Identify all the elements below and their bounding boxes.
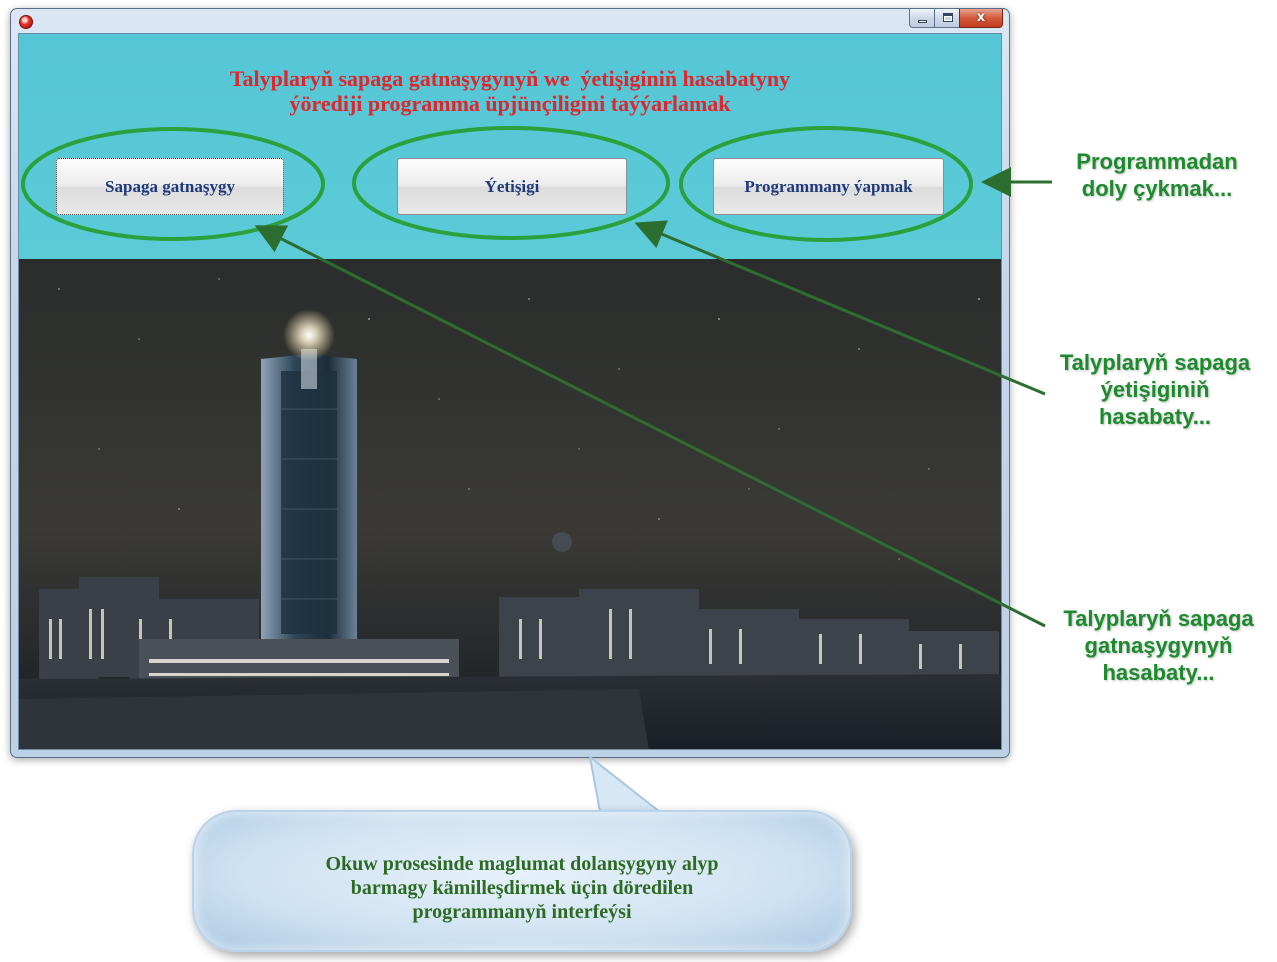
close-icon: x bbox=[976, 10, 986, 25]
minimize-button[interactable] bbox=[909, 9, 935, 28]
minimize-icon bbox=[918, 20, 927, 23]
app-icon bbox=[19, 15, 33, 29]
app-window: x Talyplaryň sapaga gatnaşygynyň we ýeti… bbox=[10, 8, 1010, 758]
city-skyline-image bbox=[19, 278, 1001, 749]
caption-callout: Okuw prosesinde maglumat dolanşygyny aly… bbox=[192, 810, 852, 952]
progress-button[interactable]: Ýetişigi bbox=[397, 158, 627, 215]
header-panel: Talyplaryň sapaga gatnaşygynyň we ýetişi… bbox=[19, 34, 1001, 259]
close-program-button[interactable]: Programmany ýapmak bbox=[713, 158, 944, 215]
title-bar[interactable]: x bbox=[11, 9, 1009, 33]
caption-text: Okuw prosesinde maglumat dolanşygyny aly… bbox=[325, 853, 719, 923]
app-title: Talyplaryň sapaga gatnaşygynyň we ýetişi… bbox=[229, 66, 791, 116]
close-button[interactable]: x bbox=[959, 9, 1003, 28]
slide: x Talyplaryň sapaga gatnaşygynyň we ýeti… bbox=[0, 0, 1277, 962]
maximize-icon bbox=[943, 13, 953, 22]
city-night-photo bbox=[19, 259, 1001, 749]
attendance-button[interactable]: Sapaga gatnaşygy bbox=[56, 158, 284, 215]
client-area: Talyplaryň sapaga gatnaşygynyň we ýetişi… bbox=[18, 33, 1002, 750]
caption-buttons: x bbox=[909, 9, 1003, 29]
exit-annotation: Programmadan doly çykmak... bbox=[1076, 149, 1238, 201]
progress-annotation: Talyplaryň sapaga ýetişiginiň hasabaty..… bbox=[1059, 350, 1251, 429]
attendance-annotation: Talyplaryň sapaga gatnaşygynyň hasabaty.… bbox=[1063, 606, 1254, 685]
callout-pointer bbox=[588, 754, 663, 813]
maximize-button[interactable] bbox=[934, 9, 960, 28]
